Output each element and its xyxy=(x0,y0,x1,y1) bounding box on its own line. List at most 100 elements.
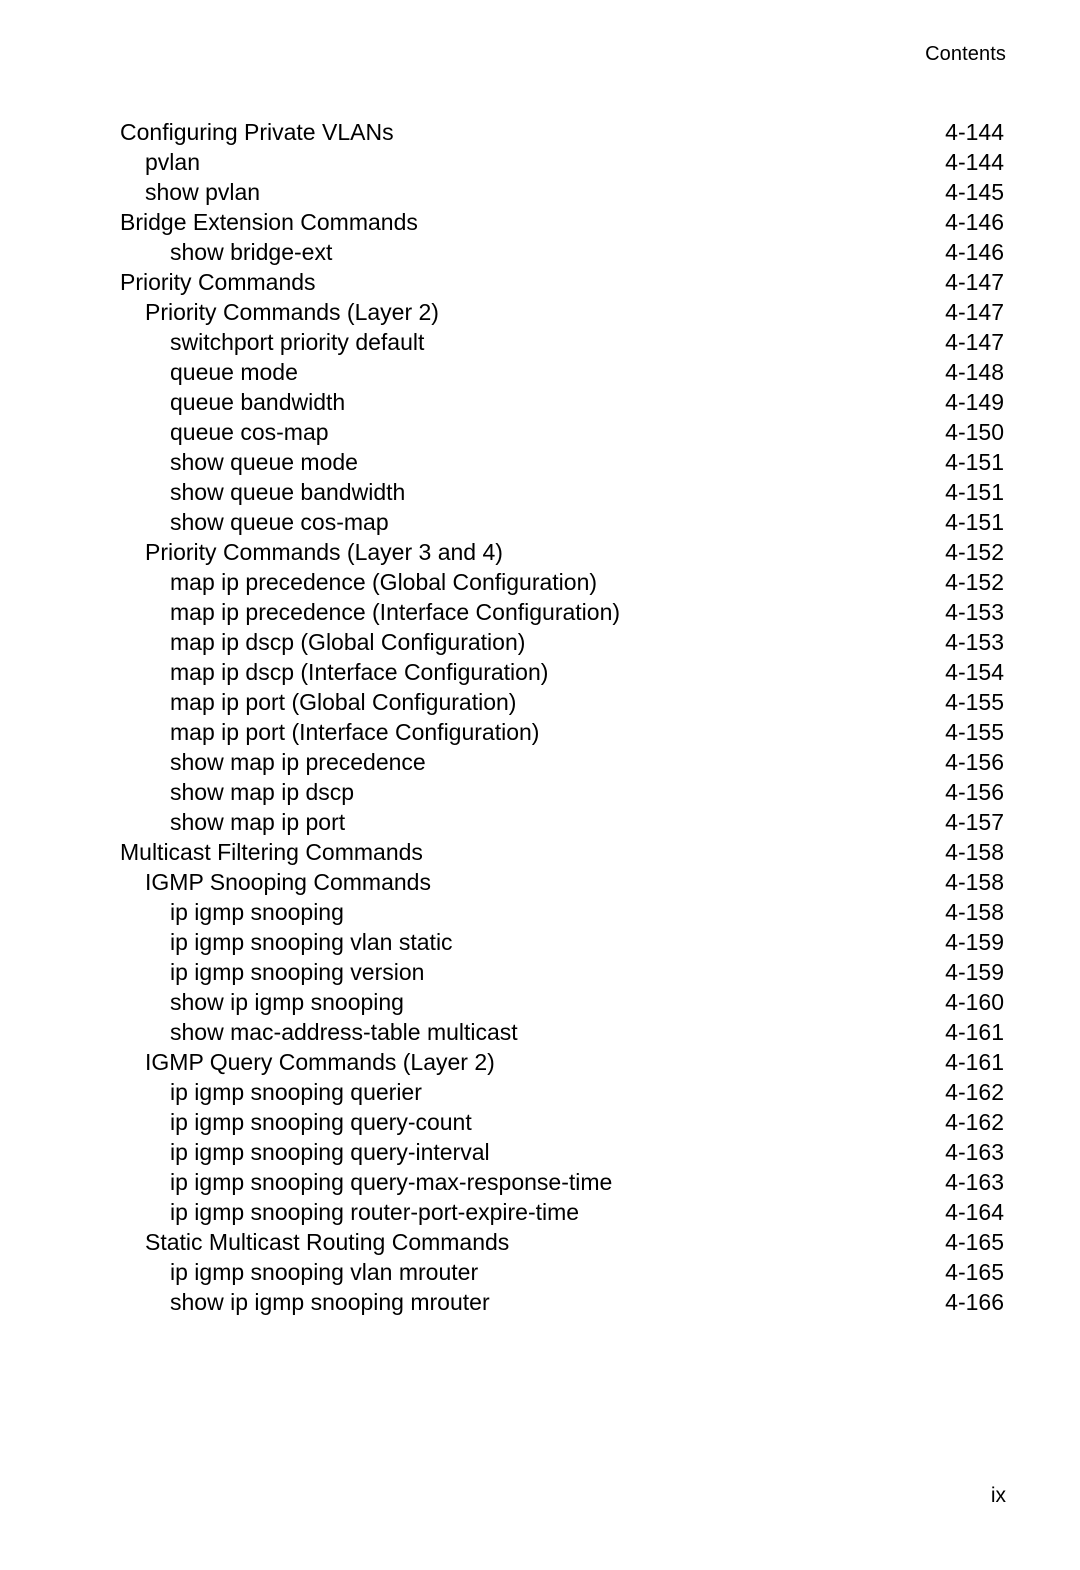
toc-entry[interactable]: queue cos-map 4-150 xyxy=(120,417,1004,447)
toc-entry-page-number: 4-157 xyxy=(945,809,1004,835)
toc-entry[interactable]: map ip dscp (Interface Configuration) 4-1… xyxy=(120,657,1004,687)
toc-entry-page-number: 4-145 xyxy=(945,179,1004,205)
toc-entry-title: ip igmp snooping vlan static xyxy=(170,929,453,955)
toc-entry-page-number: 4-148 xyxy=(945,359,1004,385)
toc-entry-page-number: 4-162 xyxy=(945,1109,1004,1135)
toc-entry-page-number: 4-163 xyxy=(945,1139,1004,1165)
toc-entry[interactable]: show bridge-ext 4-146 xyxy=(120,237,1004,267)
toc-entry[interactable]: map ip precedence (Global Configuration)… xyxy=(120,567,1004,597)
toc-entry-title: show map ip precedence xyxy=(170,749,426,775)
toc-entry[interactable]: ip igmp snooping router-port-expire-time… xyxy=(120,1197,1004,1227)
toc-entry[interactable]: queue mode 4-148 xyxy=(120,357,1004,387)
toc-entry-title: map ip port (Global Configuration) xyxy=(170,689,517,715)
toc-entry[interactable]: switchport priority default 4-147 xyxy=(120,327,1004,357)
toc-entry-page-number: 4-155 xyxy=(945,719,1004,745)
toc-entry-title: show bridge-ext xyxy=(170,239,333,265)
toc-entry-title: Static Multicast Routing Commands xyxy=(145,1229,510,1255)
toc-entry-page-number: 4-166 xyxy=(945,1289,1004,1315)
toc-entry[interactable]: map ip precedence (Interface Configurati… xyxy=(120,597,1004,627)
toc-entry-title: show queue bandwidth xyxy=(170,479,406,505)
toc-entry[interactable]: queue bandwidth 4-149 xyxy=(120,387,1004,417)
toc-entry[interactable]: show map ip precedence 4-156 xyxy=(120,747,1004,777)
toc-entry[interactable]: ip igmp snooping vlan mrouter 4-165 xyxy=(120,1257,1004,1287)
toc-entry-title: ip igmp snooping query-count xyxy=(170,1109,472,1135)
toc-entry[interactable]: ip igmp snooping querier 4-162 xyxy=(120,1077,1004,1107)
toc-entry-page-number: 4-158 xyxy=(945,869,1004,895)
toc-entry[interactable]: IGMP Snooping Commands 4-158 xyxy=(120,867,1004,897)
toc-entry-title: show map ip port xyxy=(170,809,346,835)
toc-entry-title: map ip precedence (Interface Configurati… xyxy=(170,599,621,625)
toc-entry-title: ip igmp snooping query-interval xyxy=(170,1139,490,1165)
toc-entry-title: Priority Commands (Layer 2) xyxy=(145,299,439,325)
toc-entry[interactable]: Priority Commands (Layer 3 and 4) 4-152 xyxy=(120,537,1004,567)
toc-entry-page-number: 4-165 xyxy=(945,1259,1004,1285)
toc-entry-page-number: 4-156 xyxy=(945,749,1004,775)
toc-entry[interactable]: show queue cos-map 4-151 xyxy=(120,507,1004,537)
toc-entry[interactable]: show ip igmp snooping mrouter 4-166 xyxy=(120,1287,1004,1317)
toc-entry[interactable]: map ip port (Global Configuration) 4-155 xyxy=(120,687,1004,717)
toc-entry-title: Priority Commands (Layer 3 and 4) xyxy=(145,539,503,565)
toc-entry[interactable]: Priority Commands (Layer 2) 4-147 xyxy=(120,297,1004,327)
toc-entry[interactable]: show queue bandwidth 4-151 xyxy=(120,477,1004,507)
toc-entry[interactable]: show queue mode 4-151 xyxy=(120,447,1004,477)
toc-entry-page-number: 4-156 xyxy=(945,779,1004,805)
running-header: Contents xyxy=(925,43,1006,65)
toc-entry[interactable]: Priority Commands 4-147 xyxy=(120,267,1004,297)
toc-entry[interactable]: map ip dscp (Global Configuration) 4-153 xyxy=(120,627,1004,657)
toc-entry[interactable]: ip igmp snooping 4-158 xyxy=(120,897,1004,927)
toc-entry-title: show queue mode xyxy=(170,449,358,475)
toc-entry[interactable]: ip igmp snooping query-max-response-time… xyxy=(120,1167,1004,1197)
toc-entry-page-number: 4-158 xyxy=(945,899,1004,925)
toc-entry-page-number: 4-161 xyxy=(945,1019,1004,1045)
toc-entry[interactable]: show ip igmp snooping 4-160 xyxy=(120,987,1004,1017)
toc-entry[interactable]: map ip port (Interface Configuration) 4-1… xyxy=(120,717,1004,747)
toc-entry-title: show queue cos-map xyxy=(170,509,389,535)
toc-entry-title: IGMP Query Commands (Layer 2) xyxy=(145,1049,495,1075)
toc-entry-page-number: 4-162 xyxy=(945,1079,1004,1105)
toc-entry-title: ip igmp snooping version xyxy=(170,959,425,985)
toc-entry-page-number: 4-147 xyxy=(945,299,1004,325)
toc-entry-title: Bridge Extension Commands xyxy=(120,209,418,235)
toc-entry-page-number: 4-160 xyxy=(945,989,1004,1015)
toc-entry-page-number: 4-147 xyxy=(945,269,1004,295)
toc-entry[interactable]: Multicast Filtering Commands 4-158 xyxy=(120,837,1004,867)
table-of-contents: Configuring Private VLANs 4-144 pvlan 4-144… xyxy=(120,117,1004,1317)
toc-entry-page-number: 4-151 xyxy=(945,509,1004,535)
toc-page: Contents Configuring Private VLANs 4-144 p… xyxy=(0,0,1080,1570)
toc-entry-page-number: 4-146 xyxy=(945,209,1004,235)
toc-entry[interactable]: ip igmp snooping version 4-159 xyxy=(120,957,1004,987)
toc-entry[interactable]: ip igmp snooping vlan static 4-159 xyxy=(120,927,1004,957)
toc-entry[interactable]: Bridge Extension Commands 4-146 xyxy=(120,207,1004,237)
toc-entry-page-number: 4-154 xyxy=(945,659,1004,685)
toc-entry[interactable]: ip igmp snooping query-interval 4-163 xyxy=(120,1137,1004,1167)
toc-entry-title: Priority Commands xyxy=(120,269,316,295)
toc-entry-page-number: 4-153 xyxy=(945,599,1004,625)
toc-entry-page-number: 4-150 xyxy=(945,419,1004,445)
toc-entry[interactable]: pvlan 4-144 xyxy=(120,147,1004,177)
toc-entry-title: map ip dscp (Interface Configuration) xyxy=(170,659,549,685)
toc-entry-title: ip igmp snooping querier xyxy=(170,1079,422,1105)
toc-entry-title: show pvlan xyxy=(145,179,261,205)
toc-entry-title: show ip igmp snooping mrouter xyxy=(170,1289,490,1315)
toc-entry[interactable]: IGMP Query Commands (Layer 2) 4-161 xyxy=(120,1047,1004,1077)
toc-entry-title: show map ip dscp xyxy=(170,779,355,805)
toc-entry-page-number: 4-161 xyxy=(945,1049,1004,1075)
toc-entry-page-number: 4-151 xyxy=(945,449,1004,475)
toc-entry[interactable]: show map ip dscp 4-156 xyxy=(120,777,1004,807)
toc-entry-page-number: 4-155 xyxy=(945,689,1004,715)
toc-entry-page-number: 4-153 xyxy=(945,629,1004,655)
toc-entry[interactable]: show pvlan 4-145 xyxy=(120,177,1004,207)
toc-entry-title: show mac-address-table multicast xyxy=(170,1019,518,1045)
toc-entry[interactable]: ip igmp snooping query-count 4-162 xyxy=(120,1107,1004,1137)
toc-entry-page-number: 4-152 xyxy=(945,569,1004,595)
toc-entry-title: show ip igmp snooping xyxy=(170,989,404,1015)
toc-entry-page-number: 4-158 xyxy=(945,839,1004,865)
toc-entry[interactable]: show mac-address-table multicast 4-161 xyxy=(120,1017,1004,1047)
toc-entry-title: queue mode xyxy=(170,359,298,385)
toc-entry[interactable]: show map ip port 4-157 xyxy=(120,807,1004,837)
toc-entry-title: Multicast Filtering Commands xyxy=(120,839,423,865)
toc-entry[interactable]: Configuring Private VLANs 4-144 xyxy=(120,117,1004,147)
toc-entry-title: Configuring Private VLANs xyxy=(120,119,394,145)
toc-entry[interactable]: Static Multicast Routing Commands 4-165 xyxy=(120,1227,1004,1257)
toc-entry-page-number: 4-144 xyxy=(945,149,1004,175)
